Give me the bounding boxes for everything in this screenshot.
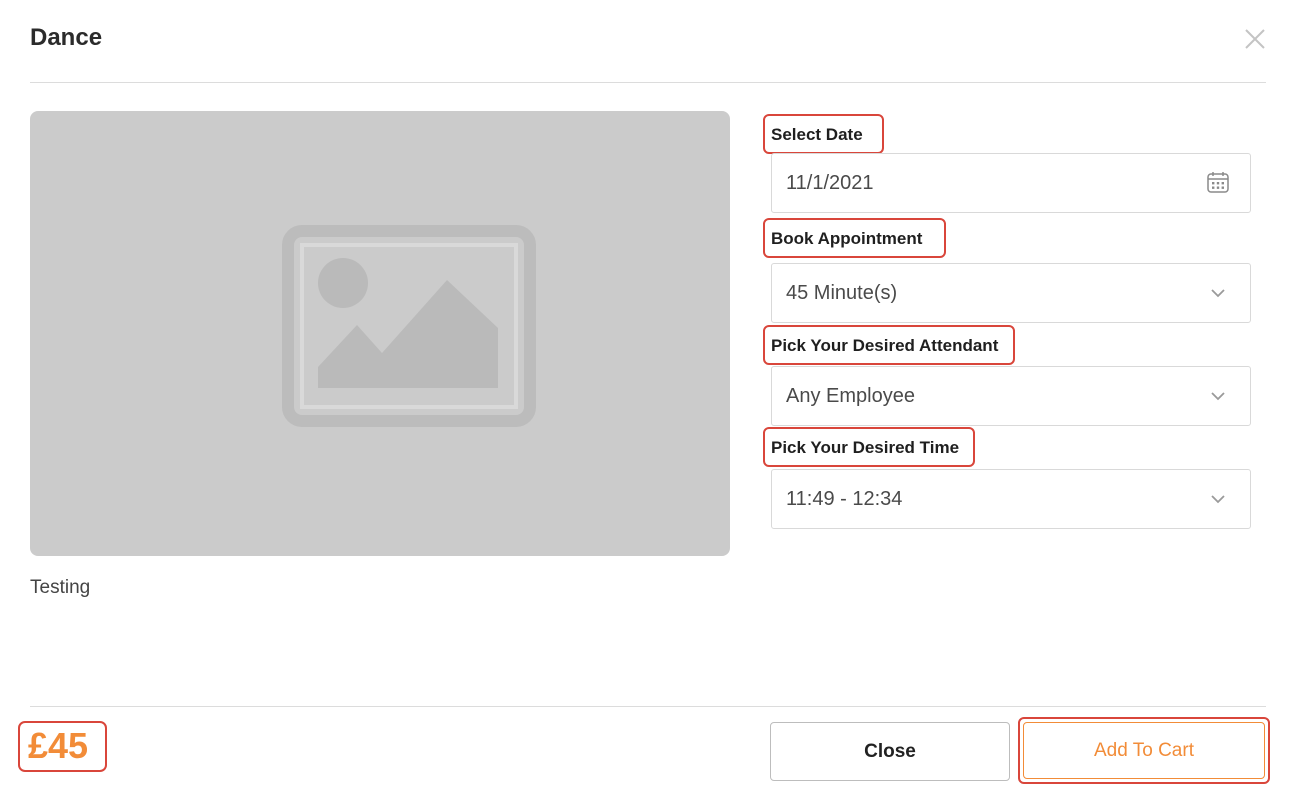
close-button[interactable]: Close [770,722,1010,781]
service-description: Testing [30,577,91,598]
appointment-duration-select[interactable]: 45 Minute(s) [771,263,1251,323]
header-divider [30,82,1266,83]
date-input[interactable]: 11/1/2021 [771,153,1251,213]
close-icon[interactable] [1240,24,1270,54]
calendar-icon[interactable] [1206,170,1230,194]
desired-time-label: Pick Your Desired Time [763,427,975,467]
product-image-placeholder [30,111,730,556]
chevron-down-icon [1206,280,1230,304]
price-label: £45 [18,721,107,772]
attendant-label: Pick Your Desired Attendant [763,325,1015,365]
image-placeholder-icon [282,225,536,427]
select-date-label: Select Date [763,114,884,154]
book-appointment-label: Book Appointment [763,218,946,258]
footer-divider [30,706,1266,707]
add-to-cart-button[interactable]: Add To Cart [1023,722,1265,779]
chevron-down-icon [1206,383,1230,407]
time-slot-value: 11:49 - 12:34 [786,488,903,510]
date-value: 11/1/2021 [786,172,874,194]
time-slot-select[interactable]: 11:49 - 12:34 [771,469,1251,529]
attendant-value: Any Employee [786,385,915,407]
modal-title: Dance [30,24,103,51]
appointment-duration-value: 45 Minute(s) [786,282,898,304]
attendant-select[interactable]: Any Employee [771,366,1251,426]
chevron-down-icon [1206,486,1230,510]
